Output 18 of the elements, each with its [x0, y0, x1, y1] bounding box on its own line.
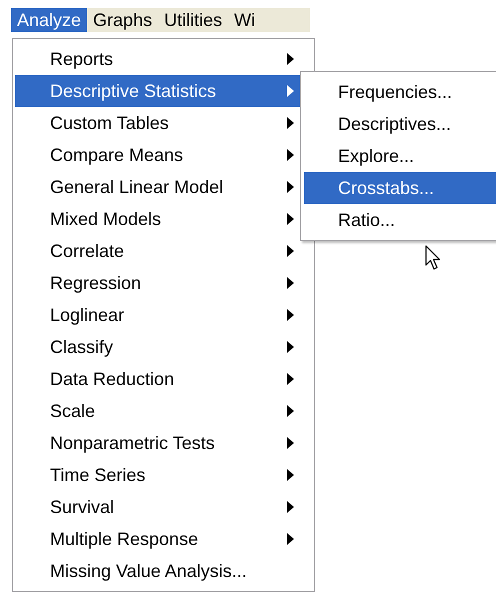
- menu-item[interactable]: Nonparametric Tests: [15, 427, 312, 459]
- menu-item[interactable]: Reports: [15, 43, 312, 75]
- menu-item[interactable]: Loglinear: [15, 299, 312, 331]
- menu-bar-item[interactable]: Analyze: [11, 8, 88, 32]
- menu-item[interactable]: Scale: [15, 395, 312, 427]
- menu-item[interactable]: Time Series: [15, 459, 312, 491]
- menu-item[interactable]: Missing Value Analysis...: [15, 555, 312, 587]
- menu-item[interactable]: Crosstabs...: [304, 172, 496, 204]
- menu-item[interactable]: Survival: [15, 491, 312, 523]
- menu-bar-item[interactable]: Wi: [228, 8, 262, 32]
- menu-item[interactable]: Correlate: [15, 235, 312, 267]
- mouse-pointer-icon: [425, 245, 441, 271]
- menu-item[interactable]: Multiple Response: [15, 523, 312, 555]
- menu-item[interactable]: Regression: [15, 267, 312, 299]
- menu-bar-item[interactable]: Utilities: [158, 8, 228, 32]
- menu-item[interactable]: Classify: [15, 331, 312, 363]
- menu-bar-item[interactable]: Graphs: [87, 8, 158, 32]
- menu-item[interactable]: Data Reduction: [15, 363, 312, 395]
